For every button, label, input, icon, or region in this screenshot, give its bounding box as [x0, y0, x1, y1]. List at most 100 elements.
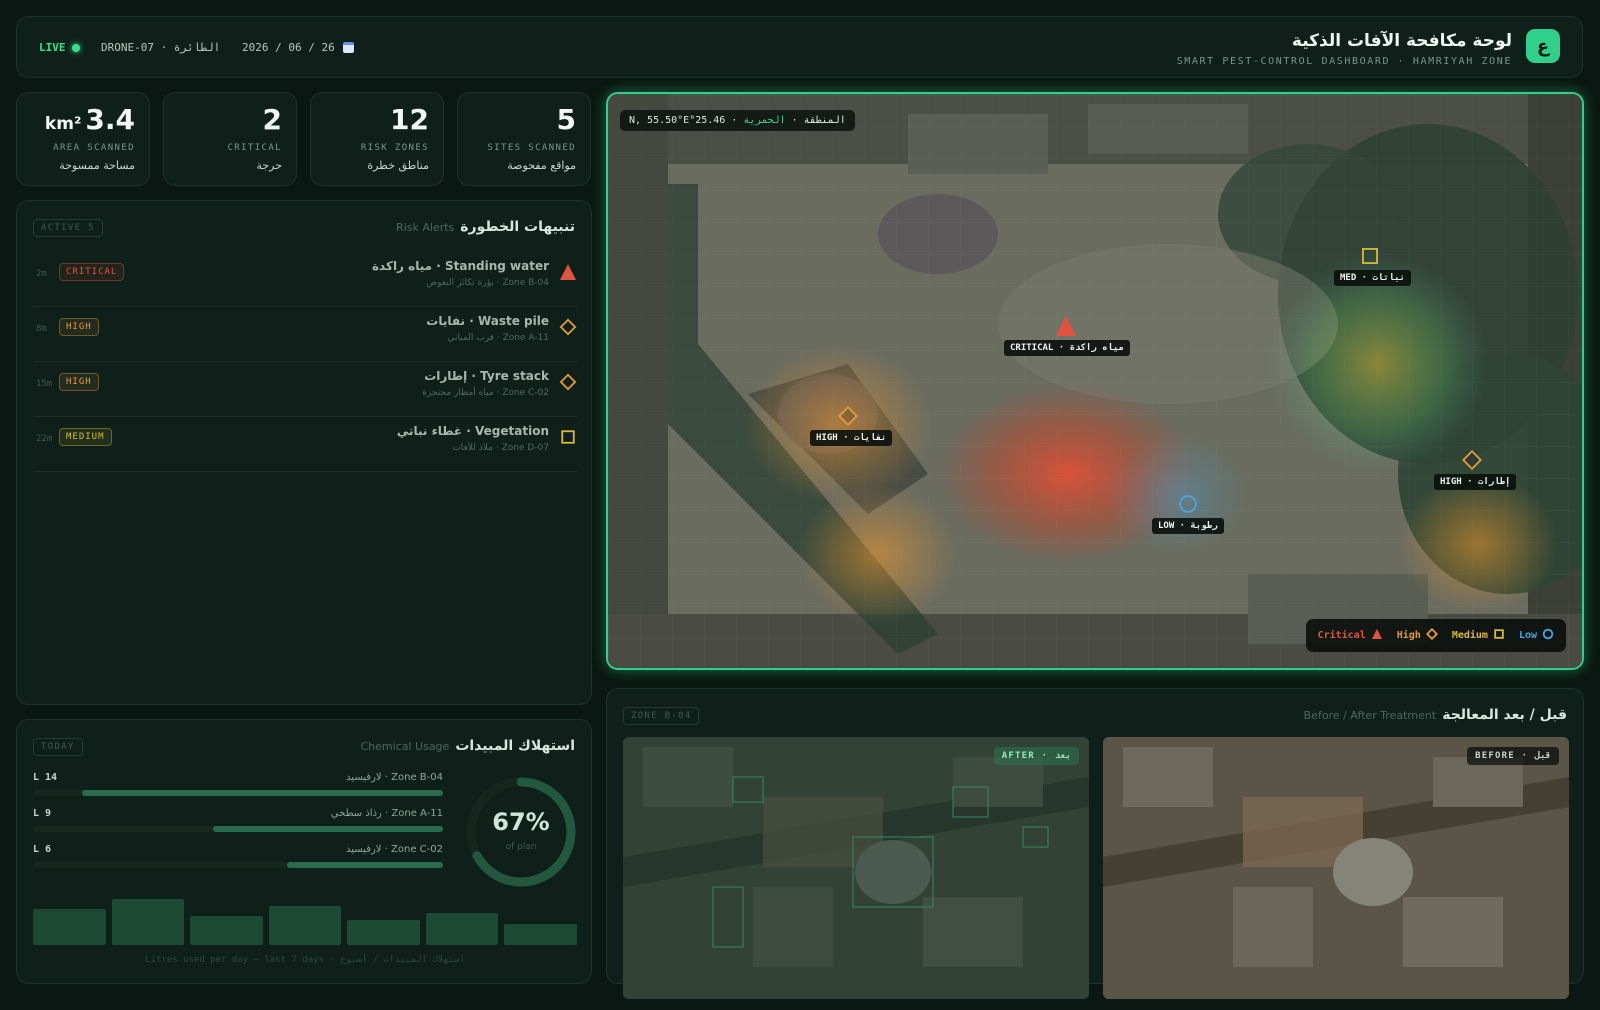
- alert-age: 8m: [36, 324, 47, 334]
- stat-value: km² 3.4: [45, 103, 135, 136]
- square-icon: [1493, 628, 1505, 643]
- marker-label: LOW · رطوبة: [1152, 518, 1224, 534]
- panel-title: استهلاك المبيدات Chemical Usage: [361, 738, 576, 754]
- usage-track: [33, 862, 443, 868]
- usage-amount: L 6: [33, 844, 52, 855]
- daily-bar: [111, 899, 185, 945]
- alert-row[interactable]: 2m CRITICAL Standing water · مياه راكدة …: [33, 251, 577, 307]
- daily-bar: [504, 924, 578, 945]
- legend-item: Medium: [1452, 628, 1505, 643]
- top-header: ع لوحة مكافحة الآفات الذكية SMART PEST-C…: [16, 16, 1583, 78]
- after-tag: AFTER · بعد: [993, 747, 1079, 765]
- usage-fill: [82, 790, 443, 796]
- daily-bar: [33, 909, 106, 945]
- stat-label-en: AREA SCANNED: [53, 143, 135, 153]
- alert-title: Waste pile · نفايات: [426, 314, 549, 328]
- diamond-icon: [1425, 627, 1438, 643]
- date-picker[interactable]: 2026 / 06 / 26: [242, 41, 354, 54]
- panel-title-ar: تنبيهات الخطورة: [460, 219, 575, 235]
- triangle-icon: [559, 263, 577, 281]
- stat-label-en: RISK ZONES: [360, 143, 429, 153]
- severity-badge: CRITICAL: [59, 263, 125, 281]
- alert-desc: Zone B-04 · بؤرة تكاثر البعوض: [426, 278, 549, 288]
- calendar-icon: [342, 42, 354, 53]
- panel-title-ar: استهلاك المبيدات: [455, 738, 575, 754]
- after-image[interactable]: AFTER · بعد: [623, 737, 1089, 999]
- stat-label-ar: مواقع مفحوصة: [507, 159, 576, 172]
- stat-label-ar: حرجة: [256, 159, 282, 172]
- legend-label: Low: [1518, 630, 1537, 641]
- stat-label-ar: مناطق خطرة: [367, 159, 429, 172]
- panel-title-en: Risk Alerts: [396, 220, 455, 234]
- live-label: LIVE: [39, 41, 66, 54]
- before-aerial-image: [1103, 737, 1569, 999]
- daily-bar: [347, 920, 420, 945]
- live-indicator: LIVE: [39, 41, 80, 54]
- risk-alerts-panel: تنبيهات الخطورة Risk Alerts ACTIVE 5 2m C…: [16, 200, 592, 705]
- legend-item: Low: [1519, 628, 1554, 643]
- app-logo-badge: ع: [1526, 29, 1560, 63]
- legend-label: High: [1396, 630, 1421, 641]
- before-after-panel: قبل / بعد المعالجة Before / After Treatme…: [606, 688, 1584, 999]
- marker-label: MED · نباتات: [1334, 270, 1412, 286]
- alert-row[interactable]: 22m MEDIUM Vegetation · غطاء نباتي Zone …: [33, 416, 577, 472]
- panel-title-en: Before / After Treatment: [1303, 708, 1437, 722]
- alert-age: 2m: [36, 269, 47, 279]
- usage-fill: [213, 826, 443, 832]
- alert-desc: Zone A-11 · قرب المباني: [447, 333, 549, 343]
- alert-desc: Zone D-07 · ملاذ للآفات: [452, 443, 549, 453]
- severity-badge: HIGH: [59, 373, 99, 391]
- alert-row[interactable]: 8m HIGH Waste pile · نفايات Zone A-11 · …: [33, 306, 577, 362]
- coord-prefix: المنطقة ·: [785, 115, 846, 126]
- zone-chip: ZONE B-04: [623, 707, 700, 725]
- stat-number: 3.4: [85, 103, 135, 136]
- map-legend: Critical High Medium Low: [1305, 619, 1566, 652]
- donut-caption: of plan: [505, 842, 537, 852]
- stat-label-en: SITES SCANNED: [487, 143, 576, 153]
- date-value: 2026 / 06 / 26: [242, 41, 335, 54]
- drone-map-view[interactable]: المنطقة · الحمرية · N, 55.50°E°25.46 CRI…: [606, 92, 1584, 670]
- legend-label: Medium: [1451, 630, 1488, 641]
- stat-card-critical: 2 CRITICAL حرجة: [163, 92, 297, 186]
- stat-label-ar: مساحة ممسوحة: [59, 159, 135, 172]
- alert-title: Standing water · مياه راكدة: [371, 259, 549, 273]
- stat-number: 12: [390, 103, 429, 136]
- circle-icon: [1542, 628, 1554, 643]
- legend-item: High: [1396, 627, 1438, 643]
- usage-amount: L 9: [33, 808, 52, 819]
- stat-unit: km²: [44, 114, 82, 134]
- after-aerial-image: [623, 737, 1089, 999]
- alert-row[interactable]: 15m HIGH Tyre stack · إطارات Zone C-02 ·…: [33, 361, 577, 417]
- stat-card-sites: 5 SITES SCANNED مواقع مفحوصة: [457, 92, 591, 186]
- stat-card-risk-zones: 12 RISK ZONES مناطق خطرة: [310, 92, 444, 186]
- legend-item: Critical: [1318, 628, 1383, 643]
- marker-label: HIGH · نفايات: [810, 430, 893, 446]
- chemical-usage-panel: استهلاك المبيدات Chemical Usage TODAY L 1…: [16, 719, 592, 984]
- panel-title: تنبيهات الخطورة Risk Alerts: [396, 219, 575, 235]
- usage-track: [33, 826, 443, 832]
- usage-bar-row: L 9 Zone A-11 · رذاذ سطحي: [33, 808, 443, 834]
- drone-id: DRONE-07 · الطائرة: [101, 41, 221, 54]
- coord-value: · N, 55.50°E°25.46: [629, 115, 744, 126]
- alert-age: 15m: [36, 379, 53, 389]
- page-subtitle: SMART PEST-CONTROL DASHBOARD · HAMRIYAH …: [1176, 56, 1512, 67]
- panel-title: قبل / بعد المعالجة Before / After Treatme…: [1304, 707, 1567, 723]
- plan-progress-donut: 67% of plan: [461, 772, 581, 892]
- alert-desc: Zone C-02 · مياه أمطار محتجزة: [422, 388, 549, 398]
- before-image[interactable]: BEFORE · قبل: [1103, 737, 1569, 999]
- period-chip: TODAY: [33, 738, 83, 756]
- severity-badge: MEDIUM: [59, 428, 112, 446]
- usage-bar-row: L 6 Zone C-02 · لارفيسيد: [33, 844, 443, 870]
- daily-bar: [425, 913, 499, 945]
- usage-zone: Zone B-04 · لارفيسيد: [346, 772, 443, 783]
- alert-age: 22m: [36, 434, 53, 444]
- usage-zone: Zone A-11 · رذاذ سطحي: [330, 808, 443, 819]
- marker-label: HIGH · إطارات: [1434, 474, 1517, 490]
- diamond-icon: [559, 373, 577, 391]
- coord-area: الحمرية: [743, 115, 786, 126]
- daily-usage-caption: Litres used per day — last 7 days · استه…: [145, 955, 465, 965]
- daily-bar: [190, 916, 263, 945]
- usage-fill: [287, 862, 443, 868]
- usage-track: [33, 790, 443, 796]
- live-dot-icon: [71, 43, 80, 52]
